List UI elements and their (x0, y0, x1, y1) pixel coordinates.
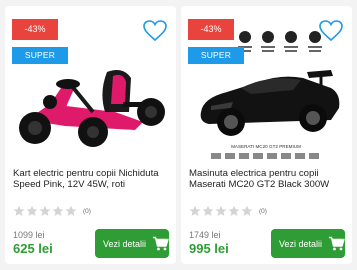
cart-icon (153, 236, 169, 251)
star-icon (52, 205, 64, 216)
rating-stars: (0) (189, 205, 267, 217)
star-icon (189, 205, 201, 216)
new-price: 995 lei (189, 241, 229, 256)
heart-icon[interactable] (318, 19, 344, 43)
product-grid: -43% SUPER PRET Kart electric pentru cop… (0, 0, 357, 270)
super-pret-badge: SUPER PRET (188, 47, 244, 77)
new-price: 625 lei (13, 241, 53, 256)
star-icon (241, 205, 253, 216)
old-price: 1749 lei (189, 230, 221, 240)
discount-badge: -43% (12, 19, 58, 40)
product-card[interactable]: MASERATI MC20 GT2 PREMIUM -43% SUPER PRE… (181, 6, 352, 264)
super-pret-badge: SUPER PRET (12, 47, 68, 77)
image-caption: MASERATI MC20 GT2 PREMIUM (231, 144, 301, 149)
star-icon (228, 205, 240, 216)
product-title[interactable]: Kart electric pentru copii Nichiduta Spe… (13, 168, 169, 190)
star-icon (26, 205, 38, 216)
star-icon (202, 205, 214, 216)
cart-icon (329, 236, 345, 251)
discount-badge: -43% (188, 19, 234, 40)
view-details-label: Vezi detalii (103, 238, 147, 249)
feature-icons-row (238, 31, 322, 52)
heart-icon[interactable] (142, 19, 168, 43)
rating-count: (0) (259, 207, 267, 215)
view-details-button[interactable]: Vezi detalii (95, 229, 169, 258)
product-title[interactable]: Masinuta electrica pentru copii Maserati… (189, 168, 345, 190)
rating-count: (0) (83, 207, 91, 215)
rating-stars: (0) (13, 205, 91, 217)
star-icon (65, 205, 77, 216)
old-price: 1099 lei (13, 230, 45, 240)
star-icon (215, 205, 227, 216)
star-icon (13, 205, 25, 216)
product-card[interactable]: -43% SUPER PRET Kart electric pentru cop… (5, 6, 176, 264)
star-icon (39, 205, 51, 216)
view-details-label: Vezi detalii (279, 238, 323, 249)
view-details-button[interactable]: Vezi detalii (271, 229, 345, 258)
